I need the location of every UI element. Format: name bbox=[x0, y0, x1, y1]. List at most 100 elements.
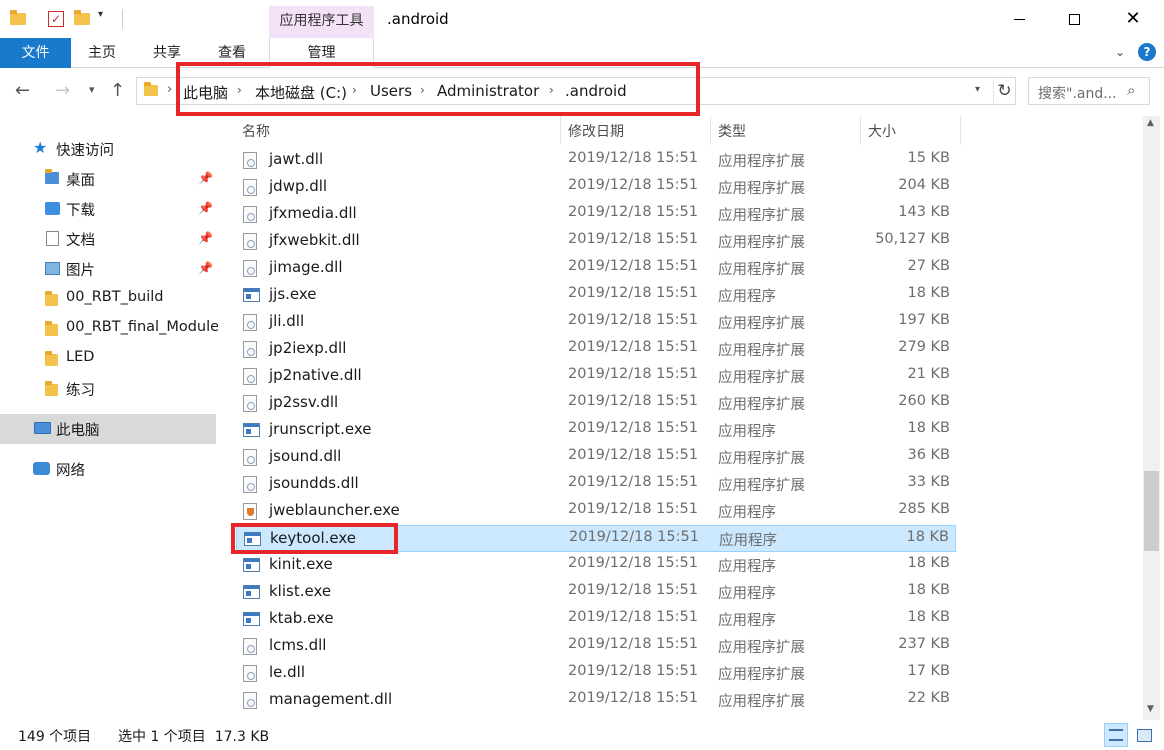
file-date: 2019/12/18 15:51 bbox=[568, 609, 698, 625]
close-button[interactable]: ✕ bbox=[1104, 0, 1162, 38]
column-divider[interactable] bbox=[710, 116, 711, 145]
file-name: le.dll bbox=[269, 663, 306, 681]
file-type: 应用程序扩展 bbox=[718, 694, 805, 710]
pin-icon[interactable]: 📌 bbox=[198, 171, 213, 185]
file-size: 27 KB bbox=[907, 258, 950, 274]
maximize-icon bbox=[1068, 13, 1080, 25]
column-divider[interactable] bbox=[560, 116, 561, 145]
window-title: .android bbox=[387, 10, 449, 28]
scroll-thumb[interactable] bbox=[1144, 471, 1159, 551]
expand-ribbon-icon[interactable]: ⌄ bbox=[1115, 45, 1125, 59]
properties-icon[interactable]: ✓ bbox=[46, 9, 66, 29]
column-header-date[interactable]: 修改日期 bbox=[568, 121, 624, 141]
file-name: management.dll bbox=[269, 690, 393, 708]
column-header-name[interactable]: 名称 bbox=[242, 121, 270, 141]
scroll-down-icon[interactable]: ▼ bbox=[1147, 704, 1154, 714]
table-row[interactable]: jp2iexp.dll 2019/12/18 15:51 应用程序扩展 279 KB bbox=[236, 336, 956, 363]
table-row[interactable]: jweblauncher.exe 2019/12/18 15:51 应用程序 285 … bbox=[236, 498, 956, 525]
file-name: jimage.dll bbox=[269, 258, 343, 276]
maximize-button[interactable] bbox=[1045, 0, 1103, 38]
file-name: lcms.dll bbox=[269, 636, 327, 654]
table-row[interactable]: ktab.exe 2019/12/18 15:51 应用程序 18 KB bbox=[236, 606, 956, 633]
file-name: jawt.dll bbox=[269, 150, 324, 168]
recent-locations-icon[interactable]: ▾ bbox=[89, 83, 95, 96]
back-arrow-icon[interactable]: ← bbox=[15, 80, 30, 101]
chevron-down-icon[interactable]: ▾ bbox=[975, 84, 980, 95]
file-size: 279 KB bbox=[898, 339, 950, 355]
table-row[interactable]: jp2ssv.dll 2019/12/18 15:51 应用程序扩展 260 KB bbox=[236, 390, 956, 417]
dll-file-icon bbox=[243, 206, 257, 223]
sidebar-item-quick-access[interactable]: ★ 快速访问 bbox=[0, 134, 216, 164]
table-row[interactable]: lcms.dll 2019/12/18 15:51 应用程序扩展 237 KB bbox=[236, 633, 956, 660]
table-row[interactable]: jp2native.dll 2019/12/18 15:51 应用程序扩展 21 KB bbox=[236, 363, 956, 390]
refresh-icon[interactable]: ↻ bbox=[993, 79, 1015, 103]
file-type: 应用程序 bbox=[718, 586, 776, 602]
file-name: jp2iexp.dll bbox=[269, 339, 347, 357]
file-type: 应用程序扩展 bbox=[718, 154, 805, 170]
table-row[interactable]: jimage.dll 2019/12/18 15:51 应用程序扩展 27 KB bbox=[236, 255, 956, 282]
sidebar-item-folder[interactable]: 00_RBT_final_Module bbox=[0, 314, 220, 344]
help-icon[interactable]: ? bbox=[1138, 43, 1156, 61]
table-row[interactable]: le.dll 2019/12/18 15:51 应用程序扩展 17 KB bbox=[236, 660, 956, 687]
sidebar-item-folder[interactable]: 练习 bbox=[0, 374, 216, 404]
table-row[interactable]: jdwp.dll 2019/12/18 15:51 应用程序扩展 204 KB bbox=[236, 174, 956, 201]
file-size: 285 KB bbox=[898, 501, 950, 517]
file-date: 2019/12/18 15:51 bbox=[568, 204, 698, 220]
tab-file[interactable]: 文件 bbox=[0, 38, 71, 68]
new-folder-icon[interactable] bbox=[72, 9, 92, 29]
table-row[interactable]: jfxmedia.dll 2019/12/18 15:51 应用程序扩展 143 KB bbox=[236, 201, 956, 228]
dll-file-icon bbox=[243, 692, 257, 709]
column-header-size[interactable]: 大小 bbox=[868, 121, 896, 141]
search-icon: ⌕ bbox=[1127, 81, 1136, 99]
table-row[interactable]: jawt.dll 2019/12/18 15:51 应用程序扩展 15 KB bbox=[236, 147, 956, 174]
sidebar-item-label: 桌面 bbox=[66, 173, 95, 189]
table-row[interactable]: klist.exe 2019/12/18 15:51 应用程序 18 KB bbox=[236, 579, 956, 606]
selection-info: 选中 1 个项目 17.3 KB bbox=[118, 729, 270, 745]
details-view-button[interactable] bbox=[1104, 723, 1128, 747]
vertical-scrollbar[interactable]: ▲ ▼ bbox=[1143, 116, 1160, 720]
file-size: 15 KB bbox=[907, 150, 950, 166]
table-row[interactable]: jfxwebkit.dll 2019/12/18 15:51 应用程序扩展 50,12… bbox=[236, 228, 956, 255]
table-row[interactable]: jsound.dll 2019/12/18 15:51 应用程序扩展 36 KB bbox=[236, 444, 956, 471]
file-type: 应用程序扩展 bbox=[718, 370, 805, 386]
sidebar-item-this-pc[interactable]: 此电脑 bbox=[0, 414, 216, 444]
table-row[interactable]: jjs.exe 2019/12/18 15:51 应用程序 18 KB bbox=[236, 282, 956, 309]
column-divider[interactable] bbox=[860, 116, 861, 145]
file-type: 应用程序扩展 bbox=[718, 316, 805, 332]
file-size: 50,127 KB bbox=[875, 231, 950, 247]
up-arrow-icon[interactable]: ↑ bbox=[110, 80, 125, 101]
scroll-up-icon[interactable]: ▲ bbox=[1147, 118, 1154, 128]
sidebar-item-documents[interactable]: 文档 📌 bbox=[0, 224, 216, 254]
file-date: 2019/12/18 15:51 bbox=[568, 339, 698, 355]
tab-home[interactable]: 主页 bbox=[88, 38, 116, 68]
file-size: 17 KB bbox=[907, 663, 950, 679]
table-row[interactable]: kinit.exe 2019/12/18 15:51 应用程序 18 KB bbox=[236, 552, 956, 579]
table-row[interactable]: jli.dll 2019/12/18 15:51 应用程序扩展 197 KB bbox=[236, 309, 956, 336]
sidebar-item-folder[interactable]: 00_RBT_build bbox=[0, 284, 216, 314]
sidebar-item-label: 00_RBT_final_Module bbox=[66, 319, 220, 335]
file-type: 应用程序扩展 bbox=[718, 451, 805, 467]
file-date: 2019/12/18 15:51 bbox=[568, 555, 698, 571]
sidebar-item-label: 网络 bbox=[56, 463, 85, 479]
large-icons-view-button[interactable] bbox=[1132, 723, 1156, 747]
file-date: 2019/12/18 15:51 bbox=[568, 177, 698, 193]
sidebar-item-network[interactable]: 网络 bbox=[0, 454, 216, 484]
minimize-button[interactable] bbox=[990, 0, 1048, 38]
forward-arrow-icon[interactable]: → bbox=[55, 80, 70, 101]
table-row[interactable]: management.dll 2019/12/18 15:51 应用程序扩展 22 K… bbox=[236, 687, 956, 714]
minimize-icon bbox=[1013, 18, 1025, 20]
table-row[interactable]: jsoundds.dll 2019/12/18 15:51 应用程序扩展 33 KB bbox=[236, 471, 956, 498]
column-divider[interactable] bbox=[960, 116, 961, 145]
column-header-type[interactable]: 类型 bbox=[718, 121, 746, 141]
pin-icon[interactable]: 📌 bbox=[198, 231, 213, 245]
sidebar-item-pictures[interactable]: 图片 📌 bbox=[0, 254, 216, 284]
chevron-right-icon[interactable]: › bbox=[167, 82, 172, 97]
sidebar-item-folder[interactable]: LED bbox=[0, 344, 216, 374]
chevron-down-icon[interactable]: ▾ bbox=[98, 9, 103, 20]
pin-icon[interactable]: 📌 bbox=[198, 261, 213, 275]
sidebar-item-downloads[interactable]: 下载 📌 bbox=[0, 194, 216, 224]
sidebar-item-desktop[interactable]: 桌面 📌 bbox=[0, 164, 216, 194]
table-row[interactable]: jrunscript.exe 2019/12/18 15:51 应用程序 18 KB bbox=[236, 417, 956, 444]
search-input[interactable]: 搜索".and... ⌕ bbox=[1028, 77, 1150, 105]
pin-icon[interactable]: 📌 bbox=[198, 201, 213, 215]
